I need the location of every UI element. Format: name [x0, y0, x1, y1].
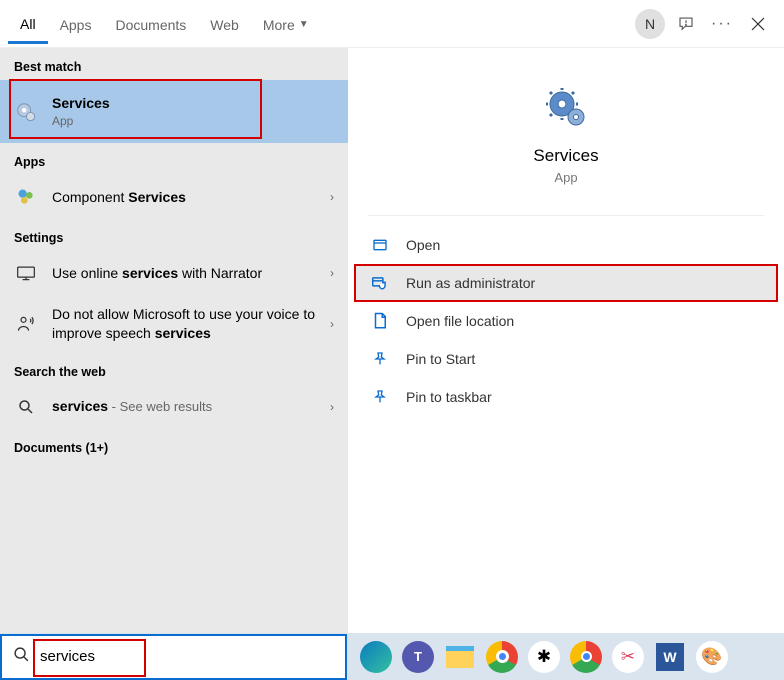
section-best-match: Best match — [0, 48, 348, 80]
component-services-icon — [14, 185, 38, 209]
action-label: Open file location — [406, 313, 514, 329]
action-run-as-administrator[interactable]: Run as administrator — [354, 264, 778, 302]
action-label: Run as administrator — [406, 275, 535, 291]
tab-web[interactable]: Web — [198, 5, 251, 43]
preview-title: Services — [348, 146, 784, 166]
chevron-down-icon: ▼ — [299, 19, 309, 30]
section-search-web: Search the web — [0, 353, 348, 385]
monitor-icon — [14, 261, 38, 285]
result-web-services[interactable]: services - See web results › — [0, 385, 348, 429]
result-services-app[interactable]: Services App — [0, 80, 348, 143]
taskbar-snip-icon[interactable]: ✂ — [607, 636, 649, 678]
taskbar-chrome-canary-icon[interactable] — [565, 636, 607, 678]
open-icon — [370, 235, 390, 255]
tab-apps[interactable]: Apps — [48, 5, 104, 43]
action-pin-to-start[interactable]: Pin to Start — [348, 340, 784, 378]
taskbar: T ✱ ✂ W 🎨 — [0, 633, 784, 680]
taskbar-search-box[interactable] — [0, 634, 347, 680]
taskbar-slack-icon[interactable]: ✱ — [523, 636, 565, 678]
result-label: Do not allow Microsoft to use your voice… — [52, 305, 330, 343]
pin-start-icon — [370, 349, 390, 369]
search-input[interactable] — [40, 636, 345, 678]
search-filter-tabs: All Apps Documents Web More ▼ N ··· — [0, 0, 784, 48]
result-speech-services[interactable]: Do not allow Microsoft to use your voice… — [0, 295, 348, 353]
chevron-right-icon: › — [330, 190, 334, 204]
chevron-right-icon: › — [330, 266, 334, 280]
chevron-right-icon: › — [330, 317, 334, 331]
tab-all[interactable]: All — [8, 4, 48, 44]
results-panel: Best match Services App Apps Component S… — [0, 48, 348, 633]
result-label: Use online services with Narrator — [52, 264, 330, 283]
services-app-icon — [542, 84, 590, 132]
taskbar-chrome-icon[interactable] — [481, 636, 523, 678]
action-pin-to-taskbar[interactable]: Pin to taskbar — [348, 378, 784, 416]
feedback-icon[interactable] — [668, 6, 704, 42]
action-label: Pin to Start — [406, 351, 475, 367]
search-icon — [14, 395, 38, 419]
result-component-services[interactable]: Component Services › — [0, 175, 348, 219]
tab-more-label: More — [263, 17, 295, 33]
close-icon[interactable] — [740, 6, 776, 42]
result-label: services - See web results — [52, 397, 330, 416]
action-open[interactable]: Open — [348, 226, 784, 264]
taskbar-edge-icon[interactable] — [355, 636, 397, 678]
chevron-right-icon: › — [330, 400, 334, 414]
tab-more[interactable]: More ▼ — [251, 5, 321, 43]
avatar-letter: N — [635, 9, 665, 39]
section-settings: Settings — [0, 219, 348, 251]
preview-subtitle: App — [348, 170, 784, 185]
search-icon — [2, 646, 40, 668]
more-options-icon[interactable]: ··· — [704, 6, 740, 42]
taskbar-file-explorer-icon[interactable] — [439, 636, 481, 678]
admin-shield-icon — [370, 273, 390, 293]
person-speech-icon — [14, 312, 38, 336]
result-label: Component Services — [52, 188, 330, 207]
action-open-file-location[interactable]: Open file location — [348, 302, 784, 340]
tab-documents[interactable]: Documents — [103, 5, 198, 43]
taskbar-teams-icon[interactable]: T — [397, 636, 439, 678]
pin-taskbar-icon — [370, 387, 390, 407]
gear-icon — [14, 100, 38, 124]
user-avatar[interactable]: N — [632, 6, 668, 42]
section-documents: Documents (1+) — [0, 429, 348, 461]
action-label: Pin to taskbar — [406, 389, 492, 405]
result-narrator-services[interactable]: Use online services with Narrator › — [0, 251, 348, 295]
section-apps: Apps — [0, 143, 348, 175]
preview-panel: Services App Open Run as administrator O… — [348, 48, 784, 633]
file-location-icon — [370, 311, 390, 331]
result-title: Services — [52, 94, 334, 113]
result-subtitle: App — [52, 113, 334, 129]
action-label: Open — [406, 237, 440, 253]
taskbar-word-icon[interactable]: W — [649, 636, 691, 678]
taskbar-paint-icon[interactable]: 🎨 — [691, 636, 733, 678]
